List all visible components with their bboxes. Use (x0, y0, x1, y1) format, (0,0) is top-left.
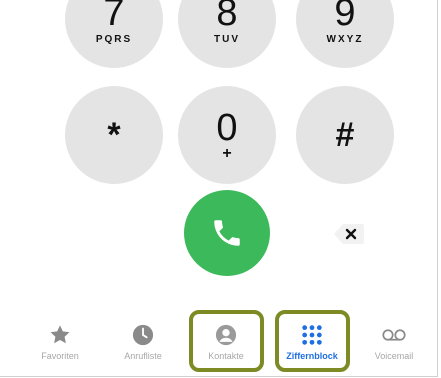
delete-button[interactable] (333, 222, 365, 246)
tab-favoriten[interactable]: Favoriten (20, 314, 100, 374)
delete-backspace-icon (334, 224, 364, 244)
tab-anrufliste[interactable]: Anrufliste (103, 314, 183, 374)
call-button[interactable] (184, 190, 270, 276)
key-digit: * (107, 116, 121, 154)
voicemail-icon (382, 324, 406, 346)
key-letters: TUV (214, 33, 240, 45)
phone-screen: 7 PQRS 8 TUV 9 WXYZ * 0 + # Favoriten An… (0, 0, 438, 377)
key-7[interactable]: 7 PQRS (65, 0, 163, 68)
star-icon (48, 324, 72, 346)
key-letters: PQRS (95, 33, 133, 45)
clock-icon (131, 324, 155, 346)
key-letters: + (222, 145, 232, 162)
key-digit: 8 (216, 0, 238, 34)
key-digit: 0 (216, 107, 238, 149)
tab-label: Favoriten (41, 351, 79, 361)
highlight-box-kontakte (189, 310, 264, 372)
phone-icon (214, 220, 240, 246)
tab-voicemail[interactable]: Voicemail (354, 314, 434, 374)
key-letters: WXYZ (326, 33, 364, 45)
key-digit: 9 (334, 0, 356, 34)
tab-bar: Favoriten Anrufliste Kontakte Ziffernblo… (0, 310, 437, 376)
highlight-box-ziffernblock (275, 310, 350, 372)
key-9[interactable]: 9 WXYZ (296, 0, 394, 68)
key-hash[interactable]: # (296, 86, 394, 184)
tab-label: Anrufliste (124, 351, 162, 361)
key-digit: 7 (103, 0, 125, 34)
key-0[interactable]: 0 + (178, 86, 276, 184)
key-star[interactable]: * (65, 86, 163, 184)
key-digit: # (335, 116, 355, 154)
key-8[interactable]: 8 TUV (178, 0, 276, 68)
tab-label: Voicemail (374, 351, 414, 361)
